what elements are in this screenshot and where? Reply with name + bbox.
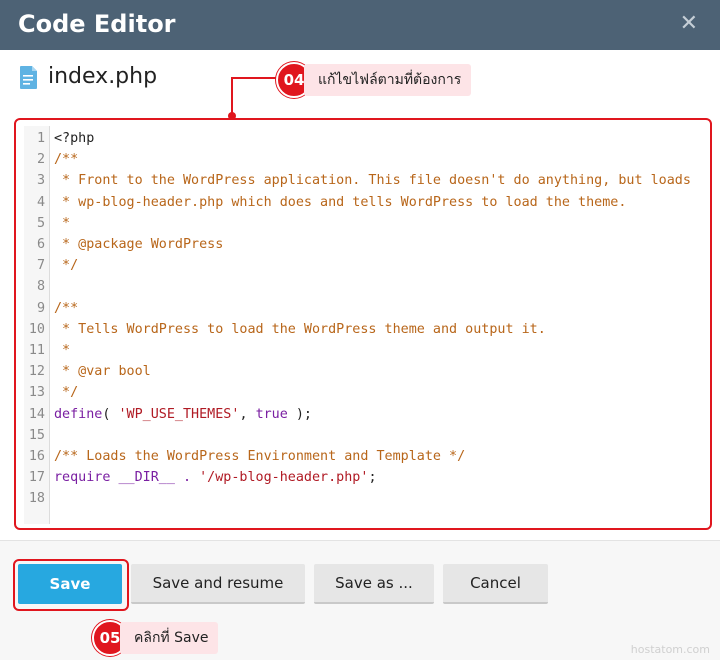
step-label: คลิกที่ Save [120,622,219,654]
code-token: /** [54,300,79,316]
code-token: ); [287,406,312,422]
dialog-header: Code Editor ✕ [0,0,720,50]
code-token: , [239,406,256,422]
code-token: true [255,406,288,422]
code-token: ( [102,406,119,422]
code-line[interactable]: * @var bool [54,361,151,382]
code-token: * [54,343,71,358]
code-line[interactable]: */ [54,382,78,403]
code-line[interactable]: /** Loads the WordPress Environment and … [54,446,465,467]
code-token: * Front to the WordPress application. Th… [54,173,691,189]
line-number: 7 [36,258,45,274]
code-token: * [54,215,71,231]
code-token: <?php [54,131,95,146]
code-line[interactable]: * wp-blog-header.php which does and tell… [54,192,626,213]
code-token: * @var bool [54,364,151,380]
line-number: 18 [28,491,45,507]
code-token: 'WP_USE_THEMES' [118,406,240,422]
line-number: 9 [36,300,45,316]
line-number: 10 [28,321,45,337]
code-line[interactable]: * [54,340,70,361]
save-and-resume-button[interactable]: Save and resume [131,564,305,604]
code-line[interactable]: */ [54,255,78,276]
step-label: แก้ไขไฟล์ตามที่ต้องการ [304,64,472,96]
code-line[interactable]: * [54,213,70,234]
line-number: 8 [36,279,45,295]
line-number: 1 [36,131,45,146]
dialog-title: Code Editor [18,10,176,38]
save-as-button[interactable]: Save as ... [314,564,434,604]
file-name: index.php [48,64,158,89]
code-token: ; [368,470,377,486]
line-number: 11 [28,343,45,358]
code-line[interactable]: require __DIR__ . '/wp-blog-header.php'; [54,467,377,488]
code-token: */ [54,385,79,401]
code-editor[interactable]: 1 <?php 2 /** 3 * Front to the WordPress app… [14,118,712,530]
code-line[interactable]: * Front to the WordPress application. Th… [54,170,691,191]
code-line[interactable]: /** [54,298,78,319]
code-token: __DIR__ . [110,470,200,486]
file-document-icon [20,66,37,89]
code-token: /** Loads the WordPress Environment and … [54,449,466,464]
line-number: 13 [28,385,45,401]
callout-step-05: 05 คลิกที่ Save [92,620,219,656]
code-token: */ [54,258,79,274]
code-token: require [54,470,111,486]
code-token: * wp-blog-header.php which does and tell… [54,194,627,210]
code-line[interactable]: * @package WordPress [54,234,223,255]
line-number: 4 [36,194,45,210]
cancel-button[interactable]: Cancel [443,564,548,604]
code-token: define [54,406,103,422]
code-token: /** [54,152,79,168]
code-line[interactable]: * Tells WordPress to load the WordPress … [54,319,546,340]
close-icon[interactable]: ✕ [680,12,698,36]
line-number: 6 [36,237,45,252]
code-token: '/wp-blog-header.php' [199,470,369,486]
line-number: 15 [28,427,45,443]
save-button[interactable]: Save [18,564,122,604]
watermark: hostatom.com [630,643,710,656]
line-number: 12 [28,364,45,380]
code-token: * Tells WordPress to load the WordPress … [54,321,546,337]
callout-step-04: 04 แก้ไขไฟล์ตามที่ต้องการ [276,62,472,98]
code-line[interactable]: define( 'WP_USE_THEMES', true ); [54,404,312,425]
line-number: 2 [36,152,45,168]
code-line[interactable]: /** [54,149,78,170]
code-line[interactable]: <?php [54,128,94,149]
line-number: 16 [28,449,45,464]
line-number: 5 [36,215,45,231]
line-number: 17 [28,470,45,486]
line-number: 14 [28,406,45,422]
code-token: * @package WordPress [54,237,224,252]
line-number: 3 [36,173,45,189]
